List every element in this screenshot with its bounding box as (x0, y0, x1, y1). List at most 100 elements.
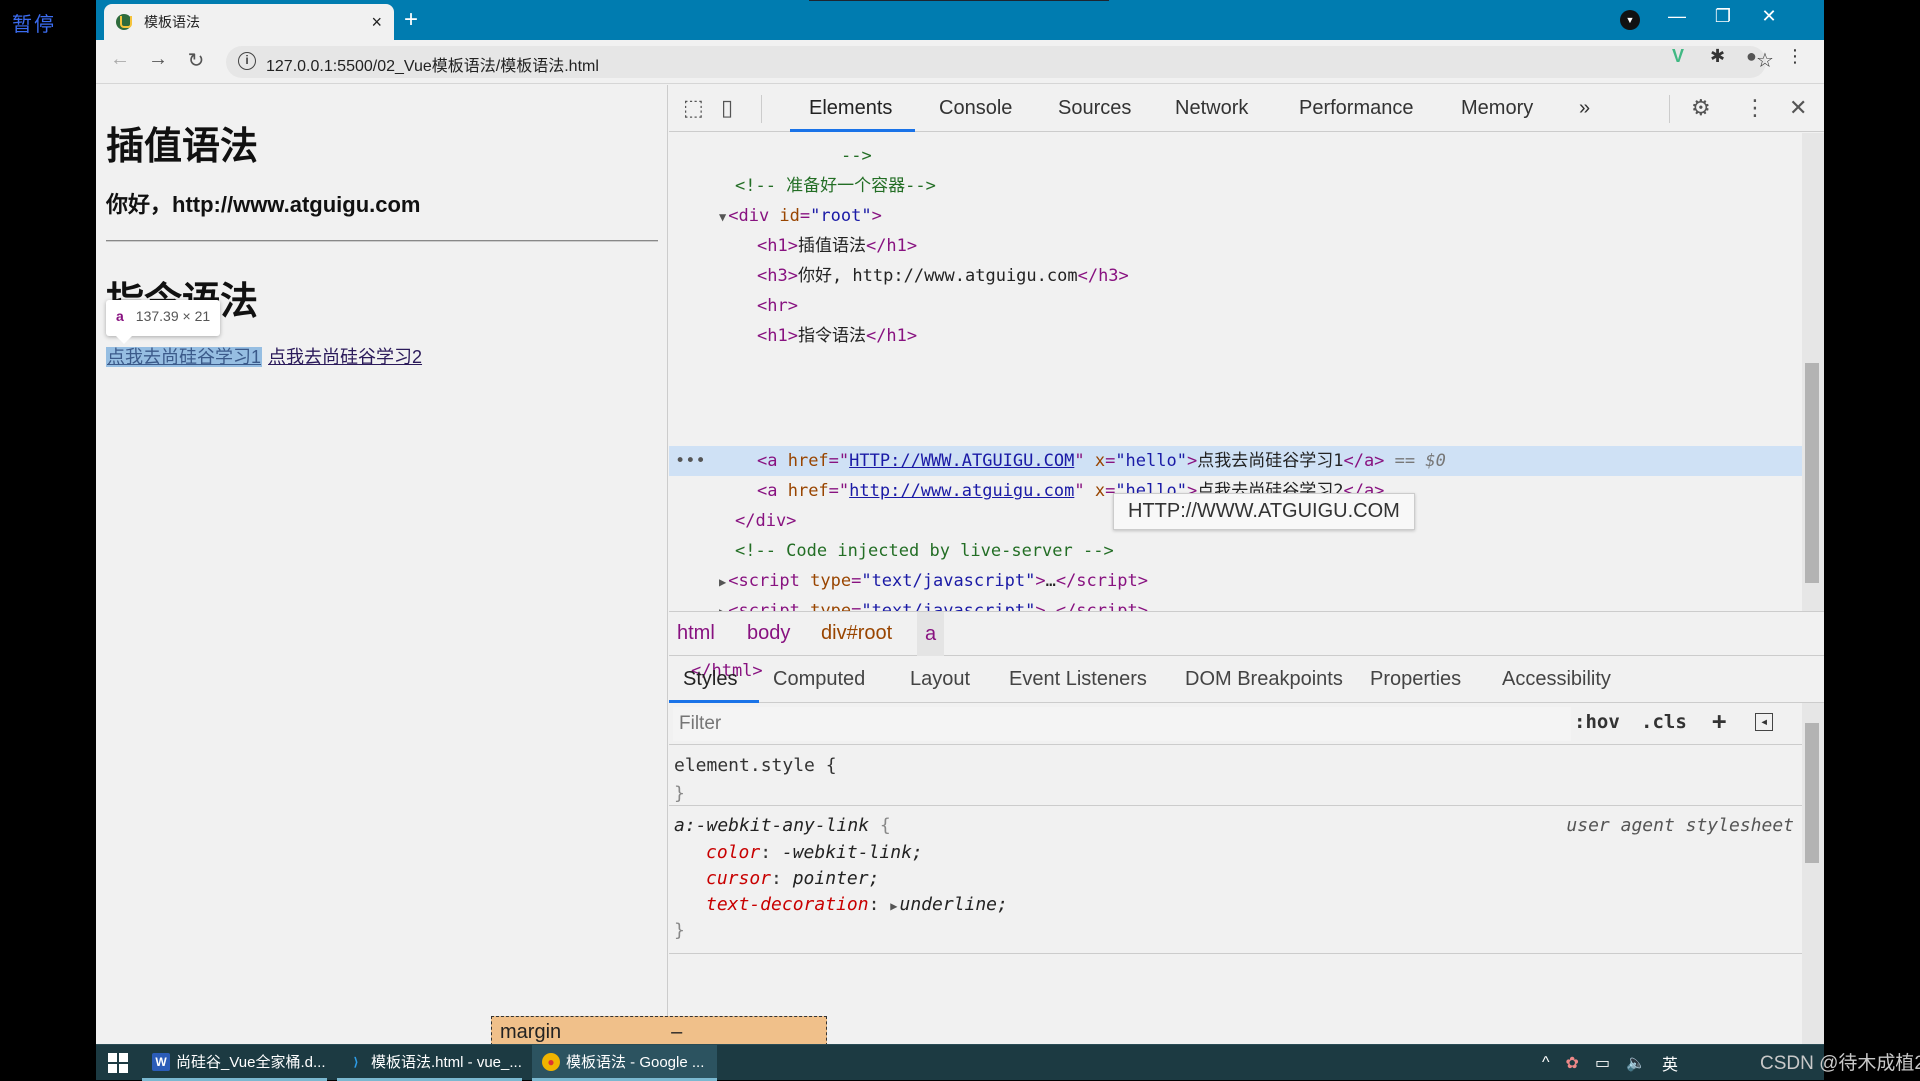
taskbar-item-chrome[interactable]: ● 模板语法 - Google ... (532, 1045, 717, 1081)
tray-app-icon[interactable]: ✿ (1566, 1053, 1579, 1073)
hov-toggle[interactable]: :hov (1574, 711, 1620, 733)
link-row: 点我去尚硅谷学习1 点我去尚硅谷学习2 (106, 343, 422, 369)
reload-button[interactable]: ↻ (182, 48, 210, 73)
dom-h1-directive[interactable]: <h1>指令语法</h1> (757, 321, 917, 351)
row-actions-icon[interactable]: ••• (675, 446, 706, 476)
link-atguigu-2[interactable]: 点我去尚硅谷学习2 (268, 347, 422, 367)
separator (1669, 95, 1670, 123)
tab-computed[interactable]: Computed (773, 668, 865, 691)
taskbar-item-vscode[interactable]: ⟩ 模板语法.html - vue_... (337, 1045, 522, 1081)
dom-h1[interactable]: <h1>插值语法</h1> (757, 231, 917, 261)
expand-triangle-icon: ▶ (719, 575, 727, 589)
forward-button[interactable]: → (144, 48, 172, 71)
tab-console[interactable]: Console (939, 97, 1012, 120)
recording-bar (809, 0, 1109, 1)
settings-gear-icon[interactable]: ⚙ (1691, 95, 1711, 121)
more-tabs-icon[interactable]: » (1579, 97, 1590, 120)
new-style-rule-icon[interactable]: + (1712, 707, 1726, 735)
close-window-button[interactable]: ✕ (1746, 6, 1792, 27)
dom-comment-container[interactable]: <!-- 准备好一个容器--> (735, 171, 936, 201)
crumb-div-root[interactable]: div#root (821, 622, 892, 645)
dom-line[interactable]: --> (841, 141, 872, 171)
element-style-rule[interactable]: element.style { (674, 753, 837, 779)
dom-scrollbar[interactable] (1802, 133, 1824, 611)
greeting-heading: 你好，http://www.atguigu.com (106, 192, 421, 217)
tab-sources[interactable]: Sources (1058, 97, 1131, 120)
dom-tree: --> <!-- 准备好一个容器--> ▼ <div id="root"> <h1… (669, 133, 1802, 681)
chrome-menu-icon[interactable]: ⋮ (1786, 46, 1804, 67)
vue-devtools-icon[interactable]: V (1672, 46, 1684, 67)
bookmark-star-icon[interactable]: ☆ (1756, 48, 1774, 73)
new-tab-button[interactable]: + (404, 6, 418, 34)
volume-icon[interactable]: 🔈 (1626, 1053, 1646, 1073)
toggle-sidebar-icon[interactable]: ◂ (1755, 713, 1774, 731)
minimize-button[interactable]: — (1654, 6, 1700, 27)
tab-styles[interactable]: Styles (683, 668, 737, 691)
tab-properties[interactable]: Properties (1370, 668, 1461, 691)
extensions-puzzle-icon[interactable]: ✱ (1710, 46, 1725, 67)
style-prop-text-decoration[interactable]: text-decoration: ▶ underline; (706, 892, 1008, 918)
dom-script-1[interactable]: ▶ <script type="text/javascript">…</scrip… (719, 566, 1148, 596)
ua-stylesheet-label: user agent stylesheet (1566, 815, 1794, 836)
link-atguigu-1[interactable]: 点我去尚硅谷学习1 (106, 347, 263, 367)
taskbar-item-word[interactable]: W 尚硅谷_Vue全家桶.d... (142, 1045, 327, 1081)
inspect-element-icon[interactable]: ⬚ (683, 95, 704, 121)
close-devtools-icon[interactable]: ✕ (1789, 95, 1807, 121)
tooltip-size: 137.39 × 21 (135, 308, 211, 324)
crumb-a[interactable]: a (917, 612, 945, 656)
restore-button[interactable]: ❐ (1700, 6, 1746, 27)
dom-div-close[interactable]: </div> (735, 506, 796, 536)
active-tab-indicator (790, 129, 915, 132)
profile-avatar-icon[interactable]: ● (1746, 46, 1757, 67)
dom-h3[interactable]: <h3>你好, http://www.atguigu.com</h3> (757, 261, 1129, 291)
close-brace: } (674, 783, 685, 804)
style-prop-cursor[interactable]: cursor: pointer; (706, 866, 879, 892)
tab-accessibility[interactable]: Accessibility (1502, 668, 1611, 691)
tray-chevron-icon[interactable]: ^ (1542, 1054, 1550, 1072)
tab-memory[interactable]: Memory (1461, 97, 1533, 120)
devtools-tabbar: ⬚ ▯ Elements Console Sources Network Per… (669, 85, 1824, 132)
info-icon[interactable]: i (238, 52, 256, 70)
ime-indicator[interactable]: 英 (1662, 1051, 1678, 1075)
title-bar: 模板语法 × + ▼ — ❐ ✕ (96, 0, 1824, 40)
address-bar[interactable]: i 127.0.0.1:5500/02_Vue模板语法/模板语法.html ☆ (226, 46, 1774, 78)
tab-dom-breakpoints[interactable]: DOM Breakpoints (1185, 668, 1343, 691)
href-tooltip: HTTP://WWW.ATGUIGU.COM (1113, 493, 1415, 530)
word-icon: W (152, 1052, 170, 1071)
vscode-icon: ⟩ (353, 1054, 359, 1069)
back-button[interactable]: ← (106, 48, 134, 71)
cls-toggle[interactable]: .cls (1641, 711, 1687, 733)
horizontal-rule (106, 240, 658, 242)
crumb-body[interactable]: body (747, 622, 790, 645)
style-prop-color[interactable]: color: -webkit-link; (706, 840, 923, 866)
devtools-menu-icon[interactable]: ⋮ (1744, 95, 1766, 121)
ua-rule-selector[interactable]: a:-webkit-any-link { (674, 813, 891, 839)
tab-close-icon[interactable]: × (371, 12, 382, 33)
expand-triangle-icon[interactable]: ▼ (719, 210, 726, 224)
browser-tab[interactable]: 模板语法 × (104, 4, 394, 40)
href-link-1: HTTP://WWW.ATGUIGU.COM (849, 451, 1075, 471)
scrollbar-thumb[interactable] (1805, 723, 1819, 863)
tab-event-listeners[interactable]: Event Listeners (1009, 668, 1147, 691)
left-black-strip: 暂停 (0, 0, 96, 1080)
tab-search-icon[interactable]: ▼ (1620, 10, 1640, 30)
tab-layout[interactable]: Layout (910, 668, 970, 691)
vue-favicon-icon (116, 14, 132, 30)
scrollbar-thumb[interactable] (1805, 363, 1819, 583)
dom-live-server-comment[interactable]: <!-- Code injected by live-server --> (735, 536, 1114, 566)
styles-scrollbar[interactable] (1802, 703, 1824, 1044)
crumb-html[interactable]: html (677, 622, 715, 645)
rule-divider (669, 805, 1802, 806)
dom-hr[interactable]: <hr> (757, 291, 798, 321)
tab-network[interactable]: Network (1175, 97, 1248, 120)
dom-div-root[interactable]: ▼ <div id="root"> (719, 201, 882, 231)
windows-start-icon[interactable] (108, 1053, 128, 1073)
tab-performance[interactable]: Performance (1299, 97, 1414, 120)
dom-a-1[interactable]: <a href="HTTP://WWW.ATGUIGU.COM" x="hell… (757, 446, 1446, 476)
url-text[interactable]: 127.0.0.1:5500/02_Vue模板语法/模板语法.html (266, 52, 599, 76)
page-viewport: 插值语法 你好，http://www.atguigu.com 指令语法 a137… (96, 85, 668, 1044)
styles-filter-input[interactable] (673, 707, 1571, 741)
battery-icon[interactable]: ▭ (1595, 1053, 1610, 1073)
device-toolbar-icon[interactable]: ▯ (721, 95, 733, 121)
tab-elements[interactable]: Elements (809, 97, 892, 120)
